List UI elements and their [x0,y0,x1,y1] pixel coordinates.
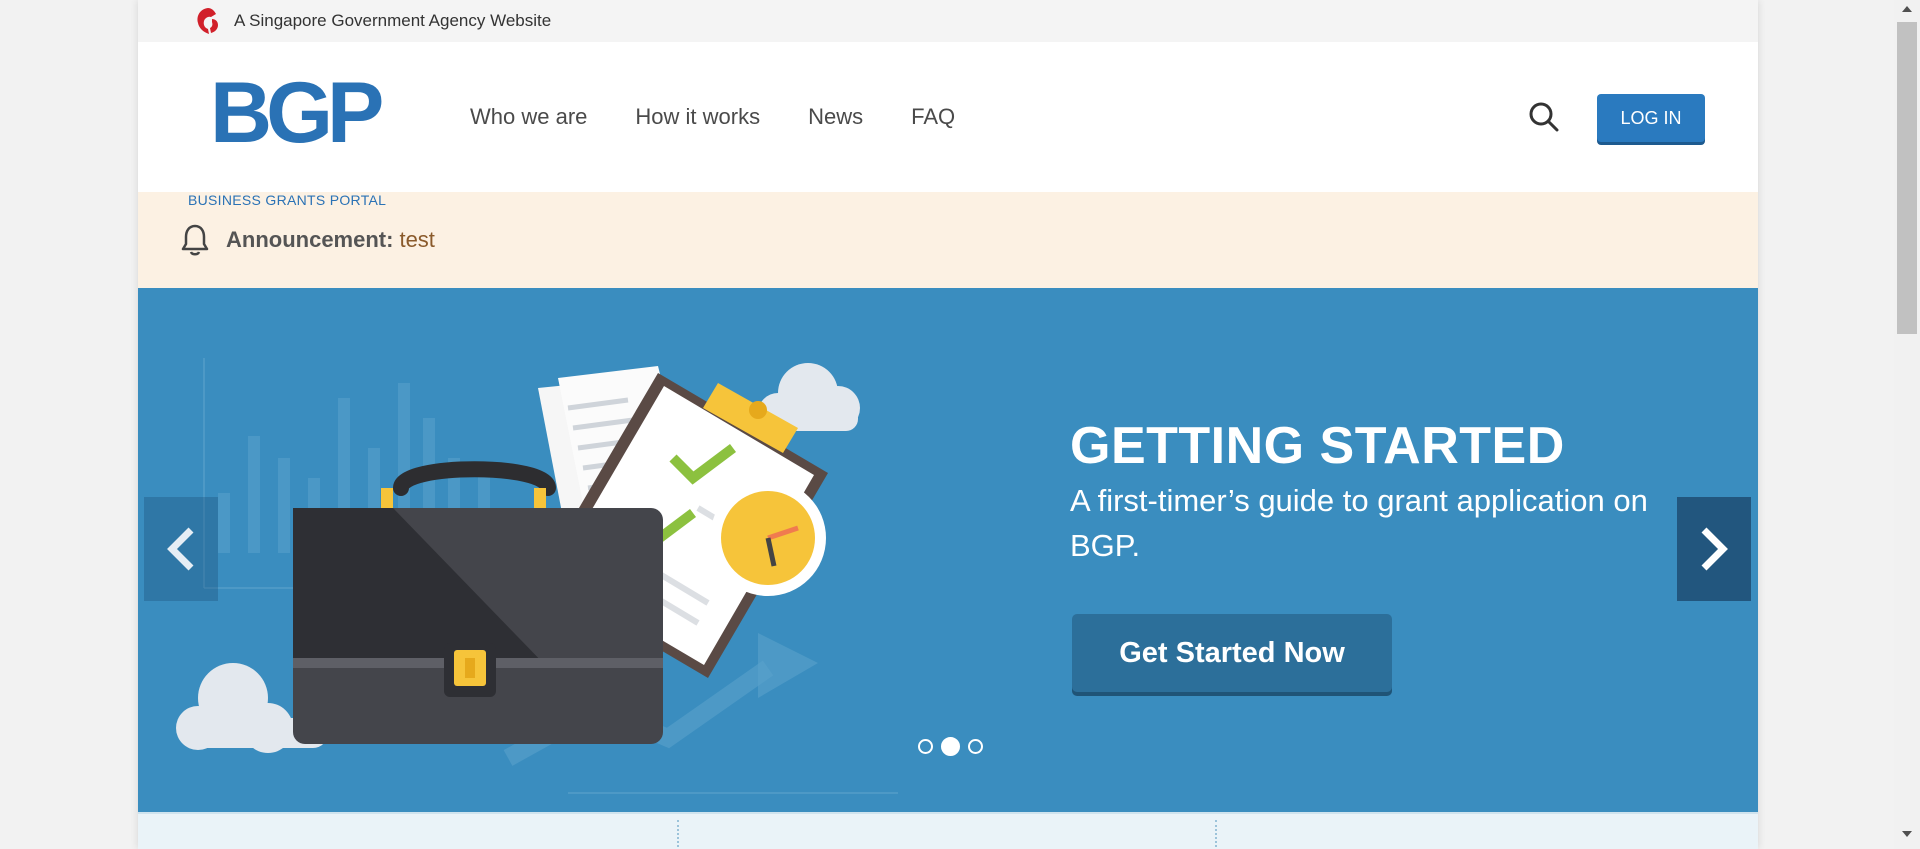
nav-how-it-works[interactable]: How it works [635,104,760,130]
nav-who-we-are[interactable]: Who we are [470,104,587,130]
carousel-dot[interactable] [968,739,983,754]
get-started-button[interactable]: Get Started Now [1072,614,1392,692]
hero-title: GETTING STARTED [1070,417,1565,475]
announcement-text: test [399,227,435,252]
page-scrollbar[interactable] [1894,0,1920,849]
search-icon[interactable] [1527,100,1561,134]
scroll-up-arrow-icon[interactable] [1902,6,1912,12]
page-container: A Singapore Government Agency Website BG… [138,0,1758,849]
hero-subtitle: A first-timer’s guide to grant applicati… [1070,483,1648,563]
carousel-dot-active[interactable] [941,737,960,756]
bell-icon [181,224,209,256]
strip-divider [677,820,679,849]
announcement-label: Announcement: [226,227,394,252]
section-strip [138,812,1758,849]
lion-head-icon [197,8,218,34]
carousel-prev-button[interactable] [144,497,218,601]
main-nav: Who we are How it works News FAQ [470,42,1003,192]
carousel-dots [918,737,983,756]
hero-carousel: GETTING STARTED A first-timer’s guide to… [138,288,1758,812]
chevron-left-icon [167,527,194,571]
nav-faq[interactable]: FAQ [911,104,955,130]
logo-subtitle: BUSINESS GRANTS PORTAL [188,192,387,208]
nav-news[interactable]: News [808,104,863,130]
briefcase-illustration [176,358,898,794]
scroll-thumb[interactable] [1897,22,1917,334]
masthead-text: A Singapore Government Agency Website [234,11,552,30]
bgp-logo[interactable]: BGP BUSINESS GRANTS PORTAL [188,65,386,208]
scroll-down-arrow-icon[interactable] [1902,831,1912,837]
logo-letters: BGP [210,65,384,161]
carousel-next-button[interactable] [1677,497,1751,601]
carousel-dot[interactable] [918,739,933,754]
chevron-right-icon [1701,527,1728,571]
login-button[interactable]: LOG IN [1597,94,1705,142]
site-header: BGP BUSINESS GRANTS PORTAL Who we are Ho… [138,42,1758,208]
government-masthead: A Singapore Government Agency Website [138,0,1758,42]
strip-divider [1215,820,1217,849]
